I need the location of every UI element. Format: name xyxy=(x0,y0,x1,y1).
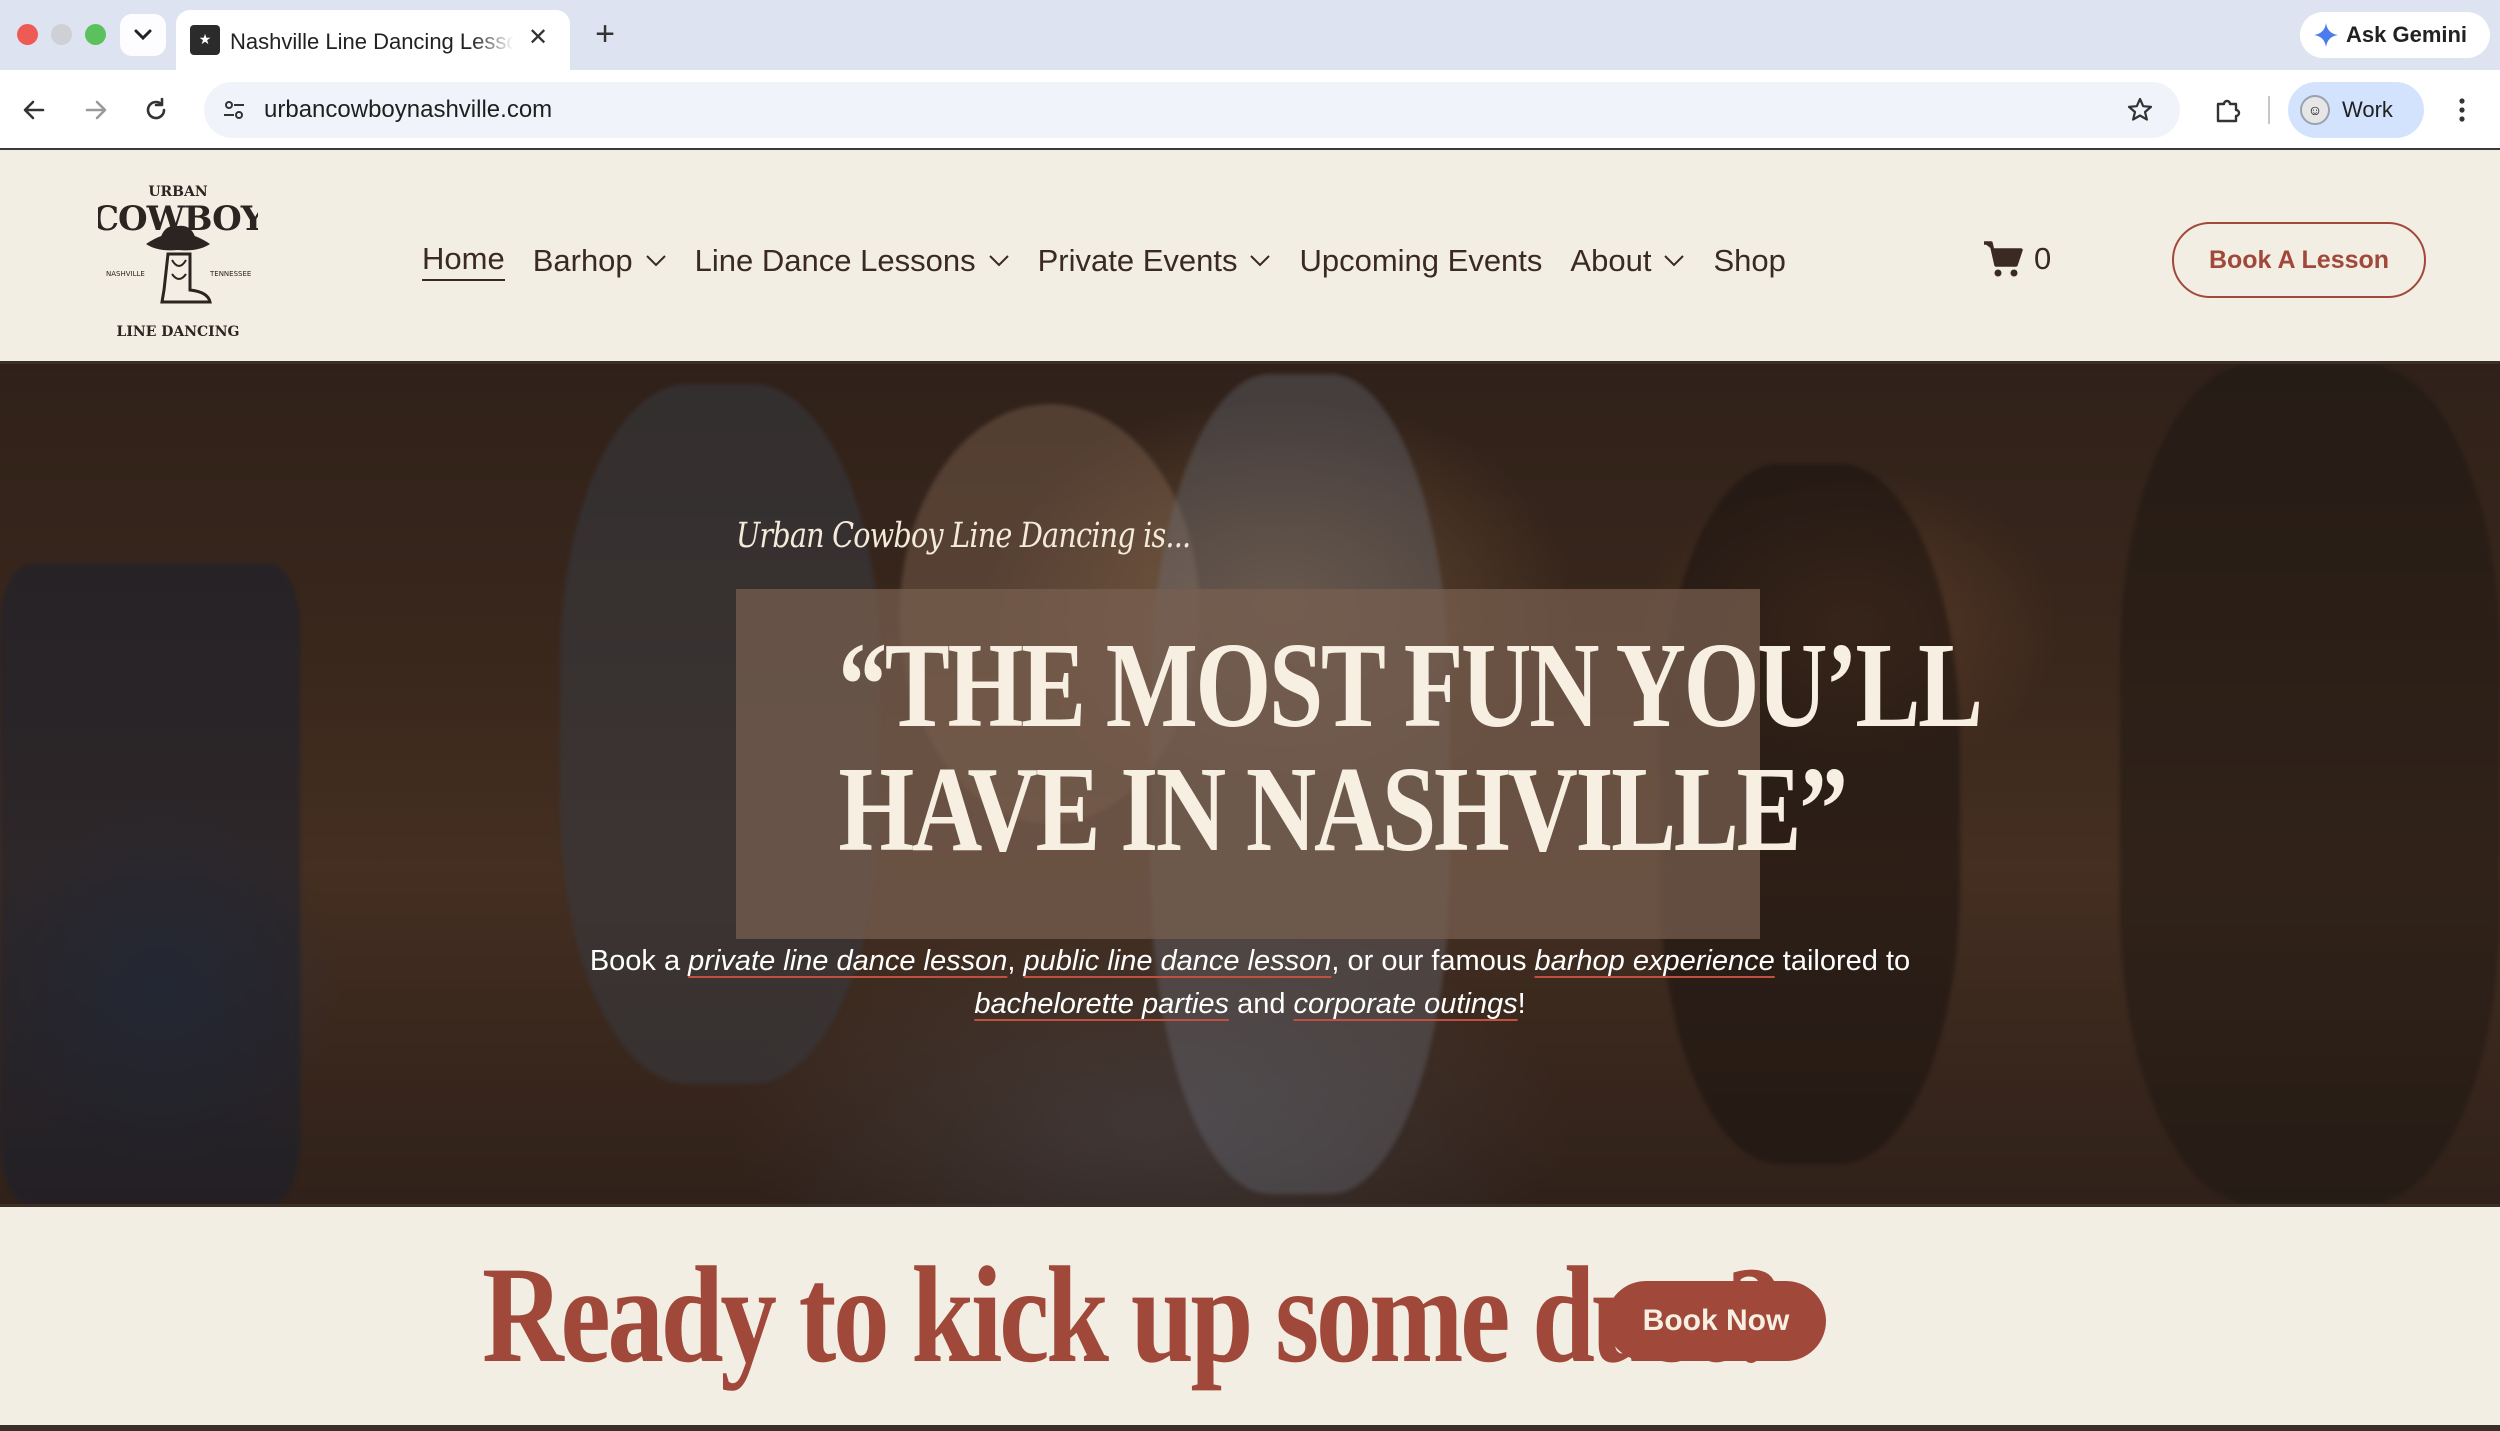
svg-text:URBAN: URBAN xyxy=(148,184,208,200)
hero-sub-text: Book a xyxy=(589,945,689,977)
profile-avatar-icon: ☺ xyxy=(2300,95,2330,125)
site-header: URBAN COWBOY NASHVILLE TENNESSEE LINE DA… xyxy=(0,152,2500,364)
nav-label: Barhop xyxy=(532,243,633,278)
bookmark-star-icon[interactable] xyxy=(2124,94,2156,126)
hero-headline-line1: “THE MOST FUN YOU’LL xyxy=(838,618,1983,753)
site-settings-icon[interactable] xyxy=(216,92,252,128)
maximize-window-button[interactable] xyxy=(85,24,106,45)
tab-title: Nashville Line Dancing Lessons xyxy=(230,29,514,54)
hero-headline-line2: HAVE IN NASHVILLE” xyxy=(838,742,1848,877)
public-lesson-link[interactable]: public line dance lesson xyxy=(1023,945,1331,977)
hero-sub-text: , or our famous xyxy=(1331,945,1535,977)
svg-text:NASHVILLE: NASHVILLE xyxy=(106,270,145,278)
nav-item-about[interactable]: About xyxy=(1570,243,1685,279)
cart-icon xyxy=(1984,241,2023,277)
cart-button[interactable]: 0 xyxy=(1982,240,2051,278)
hero-kicker: Urban Cowboy Line Dancing is... xyxy=(736,516,1191,556)
toolbar-divider xyxy=(2268,96,2270,124)
gemini-sparkle-icon xyxy=(2314,23,2338,47)
svg-text:LINE DANCING: LINE DANCING xyxy=(117,324,240,340)
nav-item-shop[interactable]: Shop xyxy=(1713,243,1785,279)
barhop-experience-link[interactable]: barhop experience xyxy=(1535,945,1775,977)
nav-item-upcoming-events[interactable]: Upcoming Events xyxy=(1299,243,1542,279)
arrow-left-icon xyxy=(23,100,45,120)
nav-item-barhop[interactable]: Barhop xyxy=(533,243,667,279)
ask-gemini-label: Ask Gemini xyxy=(2346,22,2468,47)
close-window-button[interactable] xyxy=(17,24,38,45)
hero-section: Urban Cowboy Line Dancing is... “THE MOS… xyxy=(0,364,2500,1204)
url-text: urbancowboynashville.com xyxy=(264,96,553,123)
hero-sub-text: , xyxy=(1007,945,1024,977)
browser-tab-bar: ★ Nashville Line Dancing Lessons ✕ + Ask… xyxy=(0,0,2500,70)
chevron-down-icon xyxy=(1250,255,1271,267)
nav-label: Private Events xyxy=(1037,243,1238,278)
reload-icon xyxy=(146,97,166,120)
corporate-outings-link[interactable]: corporate outings xyxy=(1294,988,1518,1020)
book-a-lesson-button[interactable]: Book A Lesson xyxy=(2172,222,2426,298)
cta-section: Ready to kick up some dust? Book Now xyxy=(0,1204,2500,1428)
nav-label: Shop xyxy=(1713,243,1786,278)
back-button[interactable] xyxy=(12,88,56,132)
hero-sub-text: tailored to xyxy=(1774,945,1911,977)
nav-item-private-events[interactable]: Private Events xyxy=(1038,243,1272,279)
profile-label: Work xyxy=(2342,97,2393,122)
cart-count: 0 xyxy=(2034,241,2052,276)
nav-label: Upcoming Events xyxy=(1299,243,1543,278)
new-tab-button[interactable]: + xyxy=(590,17,620,53)
reload-button[interactable] xyxy=(134,88,178,132)
nav-label: About xyxy=(1570,243,1652,278)
cta-title: Ready to kick up some dust? xyxy=(482,1238,1783,1391)
extensions-puzzle-icon[interactable] xyxy=(2206,88,2250,132)
minimize-window-button[interactable] xyxy=(51,24,72,45)
tab-search-button[interactable] xyxy=(120,14,166,56)
nav-item-home[interactable]: Home xyxy=(422,241,505,281)
browser-menu-icon[interactable] xyxy=(2442,88,2482,132)
tab-close-icon[interactable]: ✕ xyxy=(524,24,552,52)
arrow-right-icon xyxy=(85,100,107,120)
site-favicon-icon: ★ xyxy=(190,25,220,55)
bachelorette-parties-link[interactable]: bachelorette parties xyxy=(974,988,1229,1020)
chevron-down-icon xyxy=(134,29,152,41)
nav-item-line-dance-lessons[interactable]: Line Dance Lessons xyxy=(695,243,1010,279)
main-nav: Home Barhop Line Dance Lessons Private E… xyxy=(422,238,1814,284)
nav-label: Home xyxy=(422,241,505,276)
section-divider xyxy=(0,1425,2500,1431)
private-lesson-link[interactable]: private line dance lesson xyxy=(688,945,1007,977)
browser-toolbar: urbancowboynashville.com ☺ Work xyxy=(0,70,2500,150)
book-now-button[interactable]: Book Now xyxy=(1606,1281,1826,1361)
address-bar[interactable]: urbancowboynashville.com xyxy=(204,82,2180,138)
forward-button[interactable] xyxy=(74,88,118,132)
chevron-down-icon xyxy=(988,255,1009,267)
hero-sub-text: and xyxy=(1229,988,1294,1020)
hero-headline: “THE MOST FUN YOU’LL HAVE IN NASHVILLE” xyxy=(838,624,1983,872)
svg-text:TENNESSEE: TENNESSEE xyxy=(209,270,251,278)
profile-button[interactable]: ☺ Work xyxy=(2288,82,2424,138)
nav-label: Line Dance Lessons xyxy=(694,243,976,278)
urban-cowboy-logo[interactable]: URBAN COWBOY NASHVILLE TENNESSEE LINE DA… xyxy=(98,178,258,340)
ask-gemini-button[interactable]: Ask Gemini xyxy=(2300,12,2490,58)
hero-sub-text: ! xyxy=(1517,988,1526,1020)
browser-tab-active[interactable]: ★ Nashville Line Dancing Lessons ✕ xyxy=(176,10,570,70)
chevron-down-icon xyxy=(645,255,666,267)
hero-subtext: Book a private line dance lesson, public… xyxy=(420,940,2080,1026)
chevron-down-icon xyxy=(1664,255,1685,267)
